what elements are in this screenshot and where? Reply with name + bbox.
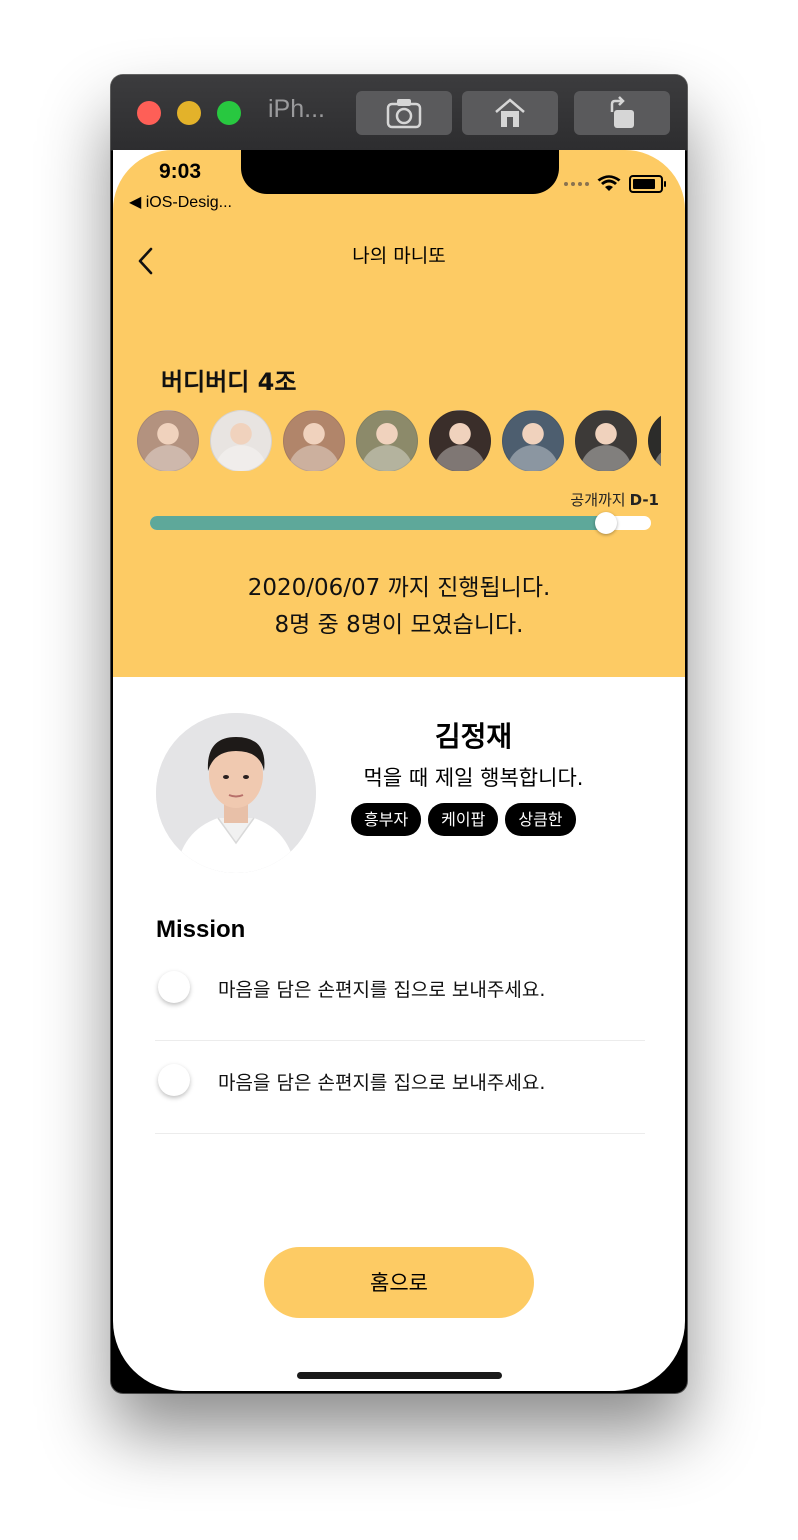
- manitto-avatar: [156, 713, 316, 873]
- wifi-icon: [597, 175, 621, 191]
- progress-fill: [150, 516, 606, 530]
- mission-text: 마음을 담은 손편지를 집으로 보내주세요.: [218, 1072, 546, 1094]
- manitto-name: 김정재: [434, 720, 513, 753]
- minimize-window-button[interactable]: [177, 101, 201, 125]
- home-device-button[interactable]: [462, 91, 558, 135]
- group-header-area: 9:03 ◀ iOS-Desig... 나의 마니또 버디버디 4조 공개까지 …: [113, 150, 685, 677]
- tag-chip: 케이팝: [428, 803, 499, 836]
- tag-list: 흥부자 케이팝 상큼한: [351, 803, 576, 836]
- dday-label: 공개까지 D-1: [570, 489, 659, 510]
- status-indicators: [564, 175, 666, 193]
- zoom-window-button[interactable]: [217, 101, 241, 125]
- person-photo: [156, 713, 316, 873]
- member-avatar[interactable]: [648, 410, 661, 471]
- mission-checkbox[interactable]: [158, 971, 190, 1003]
- member-avatar[interactable]: [502, 410, 564, 471]
- device-notch: [241, 150, 559, 194]
- rotate-icon: [610, 96, 634, 128]
- window-title: iPh...: [268, 95, 325, 123]
- simulator-window: iPh... 9:03 ◀ iOS-Desig... 나의 마니또 버디버디 4…: [111, 75, 687, 1393]
- tag-chip: 흥부자: [351, 803, 422, 836]
- group-name: 버디버디 4조: [161, 368, 297, 396]
- dday-caption: 공개까지: [570, 491, 626, 509]
- page-title: 나의 마니또: [352, 245, 446, 267]
- cellular-signal-icon: [564, 182, 589, 186]
- home-indicator[interactable]: [297, 1372, 502, 1379]
- progress-knob: [595, 512, 617, 534]
- mission-checkbox[interactable]: [158, 1064, 190, 1096]
- window-titlebar: iPh...: [111, 75, 687, 151]
- home-button[interactable]: 홈으로: [264, 1247, 534, 1318]
- house-icon: [495, 98, 525, 127]
- mission-item[interactable]: 마음을 담은 손편지를 집으로 보내주세요.: [155, 1040, 645, 1134]
- phone-screen: 9:03 ◀ iOS-Desig... 나의 마니또 버디버디 4조 공개까지 …: [113, 150, 685, 1391]
- members-count-text: 8명 중 8명이 모였습니다.: [274, 612, 524, 638]
- period-text: 2020/06/07 까지 진행됩니다.: [247, 575, 551, 601]
- progress-track: [150, 512, 651, 534]
- member-avatar[interactable]: [137, 410, 199, 471]
- mission-title: Mission: [156, 916, 246, 943]
- status-time: 9:03: [159, 160, 202, 183]
- manitto-bio: 먹을 때 제일 행복합니다.: [363, 766, 584, 790]
- rotate-device-button[interactable]: [574, 91, 670, 135]
- screenshot-button[interactable]: [356, 91, 452, 135]
- member-avatar[interactable]: [356, 410, 418, 471]
- dday-value: D-1: [629, 491, 659, 509]
- mission-text: 마음을 담은 손편지를 집으로 보내주세요.: [218, 979, 546, 1001]
- camera-icon: [386, 99, 422, 129]
- tag-chip: 상큼한: [505, 803, 576, 836]
- mission-item[interactable]: 마음을 담은 손편지를 집으로 보내주세요.: [155, 947, 645, 1041]
- battery-icon: [629, 175, 666, 193]
- member-avatar[interactable]: [575, 410, 637, 471]
- member-avatar-list[interactable]: [137, 409, 661, 471]
- member-avatar[interactable]: [210, 410, 272, 471]
- member-avatar[interactable]: [283, 410, 345, 471]
- member-avatar[interactable]: [429, 410, 491, 471]
- status-back-app[interactable]: ◀ iOS-Desig...: [129, 192, 232, 212]
- close-window-button[interactable]: [137, 101, 161, 125]
